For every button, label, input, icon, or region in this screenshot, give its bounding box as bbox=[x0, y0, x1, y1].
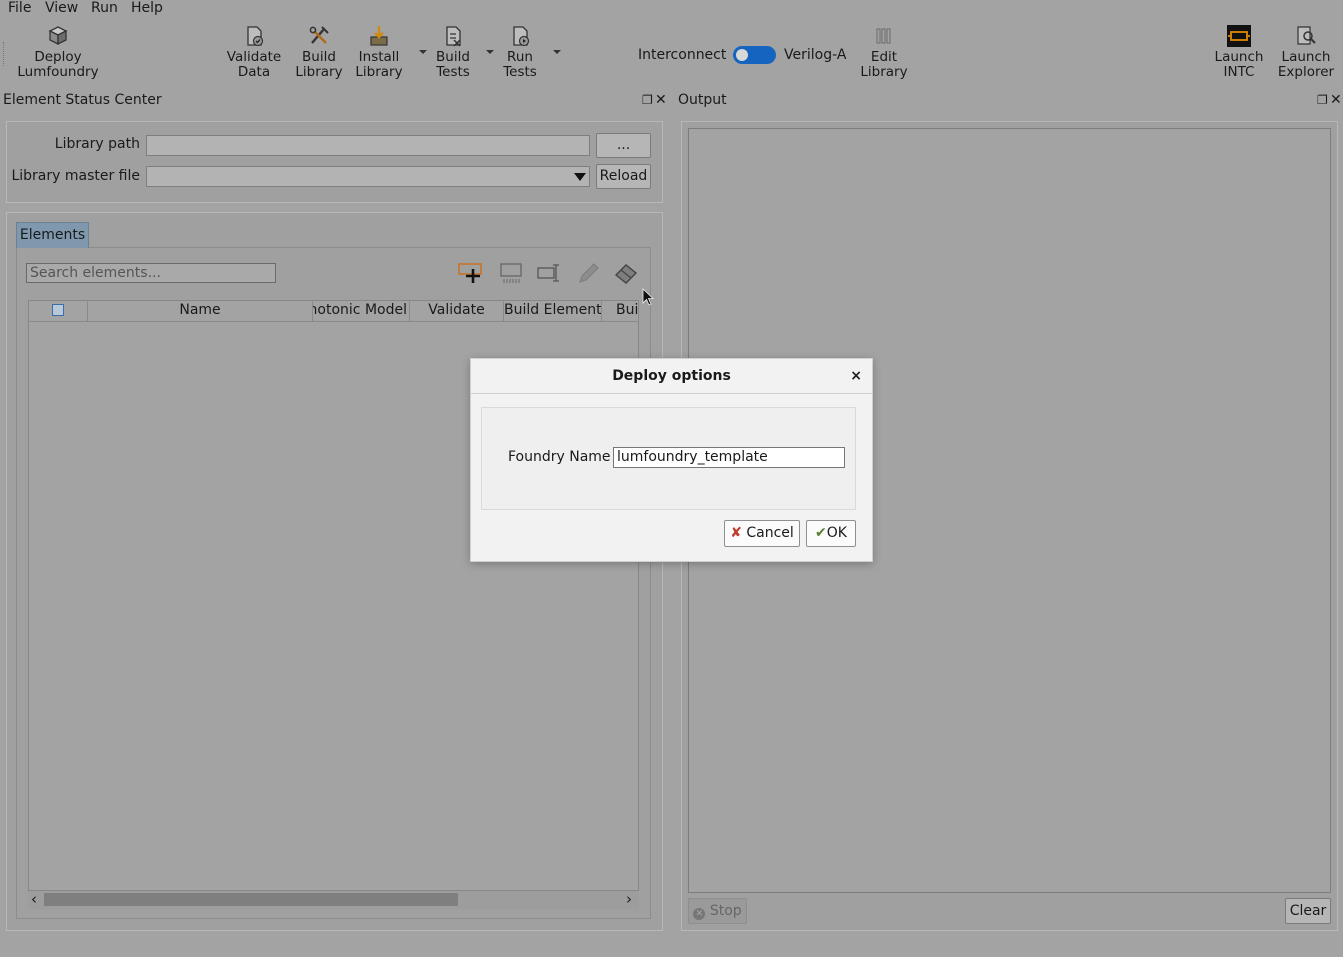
element-status-center-title: Element Status Center bbox=[3, 92, 162, 108]
cancel-x-icon: ✘ bbox=[730, 525, 742, 541]
add-element-icon[interactable] bbox=[458, 262, 486, 284]
run-tests-icon bbox=[513, 26, 530, 47]
chevron-down-icon bbox=[574, 173, 586, 181]
library-path-label: Library path bbox=[54, 136, 140, 152]
tools-icon bbox=[309, 26, 329, 44]
column-header-validate[interactable]: Validate bbox=[410, 300, 504, 322]
run-tests-dropdown-arrow[interactable] bbox=[553, 50, 561, 54]
foundry-name-label: Foundry Name bbox=[508, 449, 611, 465]
edit-library-button[interactable]: Edit Library bbox=[858, 24, 910, 80]
menu-help[interactable]: Help bbox=[131, 0, 163, 16]
intc-chip-icon bbox=[1227, 25, 1251, 47]
install-library-dropdown-arrow[interactable] bbox=[419, 50, 427, 54]
cancel-button[interactable]: ✘ Cancel bbox=[724, 520, 800, 547]
edit-library-icon bbox=[876, 28, 891, 44]
build-tests-button[interactable]: Build Tests bbox=[430, 24, 476, 80]
toggle-left-label: Interconnect bbox=[638, 47, 727, 63]
menu-bar: File View Run Help bbox=[0, 0, 1343, 17]
interconnect-verilog-toggle[interactable] bbox=[733, 46, 776, 64]
validate-doc-icon bbox=[247, 26, 264, 47]
deploy-lumfoundry-button[interactable]: Deploy Lumfoundry bbox=[16, 24, 100, 80]
close-dock-icon[interactable]: ✕ bbox=[1330, 93, 1342, 107]
dialog-titlebar[interactable]: Deploy options × bbox=[471, 359, 872, 394]
browse-button[interactable]: ... bbox=[596, 133, 651, 158]
dialog-options-group: Foundry Name lumfoundry_template bbox=[481, 407, 856, 510]
float-dock-icon[interactable]: ❐ bbox=[642, 93, 653, 107]
column-header-name[interactable]: Name bbox=[88, 300, 313, 322]
menu-run[interactable]: Run bbox=[91, 0, 118, 16]
search-elements-input[interactable]: Search elements... bbox=[26, 263, 276, 283]
launch-intc-button[interactable]: Launch INTC bbox=[1212, 24, 1266, 80]
scrollbar-thumb[interactable] bbox=[44, 893, 458, 906]
duplicate-element-icon[interactable] bbox=[499, 262, 525, 284]
close-icon[interactable]: × bbox=[850, 368, 862, 384]
validate-data-button[interactable]: Validate Data bbox=[224, 24, 284, 80]
build-library-button[interactable]: Build Library bbox=[293, 24, 345, 80]
dialog-title: Deploy options bbox=[612, 368, 731, 384]
foundry-name-input[interactable]: lumfoundry_template bbox=[613, 447, 845, 468]
stop-button[interactable]: ✕ Stop bbox=[688, 898, 747, 924]
column-header-photonic-model[interactable]: Photonic Model bbox=[313, 300, 410, 322]
scroll-left-icon[interactable]: ‹ bbox=[31, 890, 37, 908]
launch-explorer-button[interactable]: Launch Explorer bbox=[1275, 24, 1337, 80]
stop-circle-icon: ✕ bbox=[693, 908, 706, 920]
reload-button[interactable]: Reload bbox=[596, 164, 651, 189]
output-title: Output bbox=[678, 92, 727, 108]
edit-pencil-icon[interactable] bbox=[576, 262, 600, 284]
library-settings-panel bbox=[6, 121, 663, 203]
library-master-file-select[interactable] bbox=[146, 166, 590, 187]
ok-button[interactable]: ✔OK bbox=[806, 520, 856, 547]
ok-check-icon: ✔ bbox=[815, 525, 827, 541]
run-tests-button[interactable]: Run Tests bbox=[498, 24, 542, 80]
menu-file[interactable]: File bbox=[8, 0, 31, 16]
column-header-build[interactable]: Build bbox=[602, 300, 639, 322]
toggle-right-label: Verilog-A bbox=[784, 47, 847, 63]
menu-view[interactable]: View bbox=[45, 0, 78, 16]
deploy-options-dialog: Deploy options × Foundry Name lumfoundry… bbox=[470, 358, 873, 562]
library-master-file-label: Library master file bbox=[11, 168, 140, 184]
toolbar-grip[interactable] bbox=[3, 42, 6, 66]
deploy-box-icon bbox=[48, 26, 68, 46]
mouse-cursor-icon bbox=[642, 288, 654, 306]
close-dock-icon[interactable]: ✕ bbox=[655, 93, 667, 107]
column-header-build-element[interactable]: Build Element bbox=[504, 300, 602, 322]
library-path-field[interactable] bbox=[146, 135, 590, 156]
scroll-right-icon[interactable]: › bbox=[626, 890, 632, 908]
install-library-button[interactable]: Install Library bbox=[352, 24, 406, 80]
install-download-icon bbox=[370, 26, 388, 46]
select-all-checkbox[interactable] bbox=[52, 304, 64, 316]
rename-element-icon[interactable] bbox=[536, 262, 564, 284]
float-dock-icon[interactable]: ❐ bbox=[1317, 93, 1328, 107]
select-all-column-header[interactable] bbox=[29, 300, 88, 322]
explorer-search-icon bbox=[1297, 26, 1316, 45]
clear-button[interactable]: Clear bbox=[1285, 898, 1331, 924]
eraser-icon[interactable] bbox=[613, 262, 639, 284]
toggle-knob bbox=[736, 49, 748, 61]
build-tests-dropdown-arrow[interactable] bbox=[486, 50, 494, 54]
tab-elements[interactable]: Elements bbox=[16, 222, 89, 248]
build-tests-icon bbox=[446, 26, 461, 47]
